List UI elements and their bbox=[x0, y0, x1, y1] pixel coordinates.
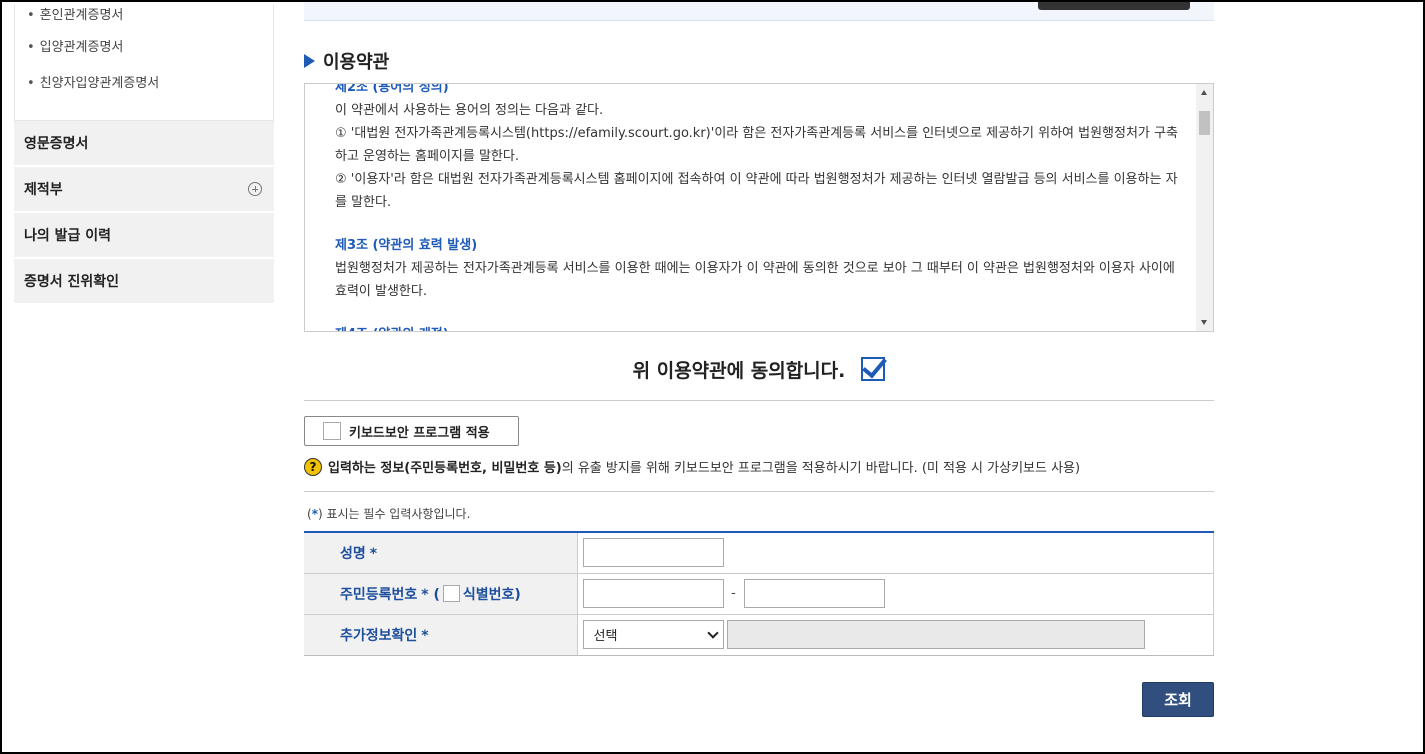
bullet-icon: • bbox=[27, 40, 35, 55]
sidebar-subitem-full-adoption[interactable]: • 친양자입양관계증명서 bbox=[15, 66, 273, 102]
search-button[interactable]: 조회 bbox=[1142, 682, 1214, 717]
agree-terms-label: 위 이용약관에 동의합니다. bbox=[632, 359, 846, 382]
rrn-dash: - bbox=[731, 586, 736, 601]
required-star: * bbox=[421, 627, 429, 644]
sidebar: • 혼인관계증명서 • 입양관계증명서 • 친양자입양관계증명서 영문증명서 제적부 … bbox=[14, 2, 274, 305]
form-row-name: 성명 * bbox=[304, 532, 1214, 574]
top-action-button[interactable] bbox=[1038, 2, 1190, 10]
name-label: 성명 * bbox=[304, 532, 578, 574]
identity-form-table: 성명 * 주민등록번호 * (식별번호) - 추가정보확인 * 선택 bbox=[304, 531, 1214, 656]
notice-bold-text: 입력하는 정보(주민등록번호, 비밀번호 등) bbox=[328, 461, 562, 476]
triangle-bullet-icon bbox=[304, 54, 315, 68]
divider bbox=[304, 400, 1214, 401]
agree-checkbox-checked-icon[interactable] bbox=[861, 357, 886, 381]
extra-info-input-disabled bbox=[726, 620, 1145, 649]
chevron-down-icon bbox=[706, 626, 719, 639]
extra-info-field-cell: 선택 bbox=[577, 614, 1214, 656]
bullet-icon: • bbox=[27, 8, 35, 23]
required-star: * bbox=[421, 586, 429, 603]
notice-text: 의 유출 방지를 위해 키보드보안 프로그램을 적용하시기 바랍니다. (미 적… bbox=[561, 461, 1081, 476]
extra-info-label: 추가정보확인 * bbox=[304, 614, 578, 656]
article-2-line: 이 약관에서 사용하는 용어의 정의는 다음과 같다. bbox=[335, 103, 604, 118]
sidebar-subitem-marriage[interactable]: • 혼인관계증명서 bbox=[15, 4, 273, 30]
sidebar-item-english-cert[interactable]: 영문증명서 bbox=[14, 121, 274, 167]
id-number-checkbox[interactable] bbox=[442, 584, 460, 602]
name-input[interactable] bbox=[582, 538, 724, 568]
form-row-extra: 추가정보확인 * 선택 bbox=[304, 614, 1214, 656]
article-3-title: 제3조 (약관의 효력 발생) bbox=[335, 238, 478, 253]
top-info-band bbox=[304, 2, 1214, 21]
sidebar-subitem-adoption[interactable]: • 입양관계증명서 bbox=[15, 30, 273, 66]
divider bbox=[304, 491, 1214, 492]
sidebar-item-removed-register[interactable]: 제적부 bbox=[14, 167, 274, 213]
terms-scrollbar[interactable] bbox=[1196, 84, 1213, 331]
article-3-line: 법원행정처가 제공하는 전자가족관계등록 서비스를 이용한 때에는 이용자가 이… bbox=[335, 261, 1175, 299]
form-row-rrn: 주민등록번호 * (식별번호) - bbox=[304, 573, 1214, 615]
main-content: 이용약관 제2조 (용어의 정의) 이 약관에서 사용하는 용어의 정의는 다음… bbox=[304, 2, 1214, 717]
required-star: * bbox=[369, 545, 378, 562]
article-2-line: ① '대법원 전자가족관계등록시스템(https://efamily.scour… bbox=[335, 126, 1178, 164]
scroll-thumb[interactable] bbox=[1199, 111, 1210, 135]
question-mark-icon: ? bbox=[304, 457, 322, 476]
scroll-up-arrow-icon[interactable] bbox=[1196, 84, 1213, 101]
keyboard-security-label: 키보드보안 프로그램 적용 bbox=[349, 425, 490, 441]
article-2-title: 제2조 (용어의 정의) bbox=[335, 83, 449, 95]
article-2-line: ② '이용자'라 함은 대법원 전자가족관계등록시스템 홈페이지에 접속하여 이… bbox=[335, 172, 1178, 210]
keyboard-security-toggle-button[interactable]: 키보드보안 프로그램 적용 bbox=[304, 416, 519, 446]
rrn-label: 주민등록번호 * (식별번호) bbox=[304, 573, 578, 615]
keyboard-security-notice: ? 입력하는 정보(주민등록번호, 비밀번호 등) 의 유출 방지를 위해 키보드… bbox=[304, 457, 1214, 476]
name-field-cell bbox=[577, 532, 1214, 574]
keyboard-security-checkbox[interactable] bbox=[323, 422, 341, 440]
rrn-front-input[interactable] bbox=[582, 579, 724, 608]
rrn-back-input[interactable] bbox=[743, 579, 885, 608]
sidebar-submenu: • 혼인관계증명서 • 입양관계증명서 • 친양자입양관계증명서 bbox=[14, 4, 274, 121]
terms-text: 제2조 (용어의 정의) 이 약관에서 사용하는 용어의 정의는 다음과 같다.… bbox=[335, 83, 1183, 331]
article-4-title: 제4조 (약관의 게정) bbox=[335, 323, 1183, 331]
agree-terms-row[interactable]: 위 이용약관에 동의합니다. bbox=[304, 352, 1214, 386]
expand-plus-icon[interactable] bbox=[248, 182, 262, 196]
extra-info-select[interactable]: 선택 bbox=[582, 620, 724, 649]
bullet-icon: • bbox=[27, 76, 35, 91]
scroll-down-arrow-icon[interactable] bbox=[1196, 314, 1213, 331]
terms-section-title: 이용약관 bbox=[304, 49, 1214, 73]
sidebar-item-issue-history[interactable]: 나의 발급 이력 bbox=[14, 213, 274, 259]
rrn-field-cell: - bbox=[577, 573, 1214, 615]
sidebar-item-verify-cert[interactable]: 증명서 진위확인 bbox=[14, 259, 274, 305]
required-fields-note: (*) 표시는 필수 입력사항입니다. bbox=[307, 507, 471, 521]
terms-scroll-box[interactable]: 제2조 (용어의 정의) 이 약관에서 사용하는 용어의 정의는 다음과 같다.… bbox=[304, 83, 1214, 332]
